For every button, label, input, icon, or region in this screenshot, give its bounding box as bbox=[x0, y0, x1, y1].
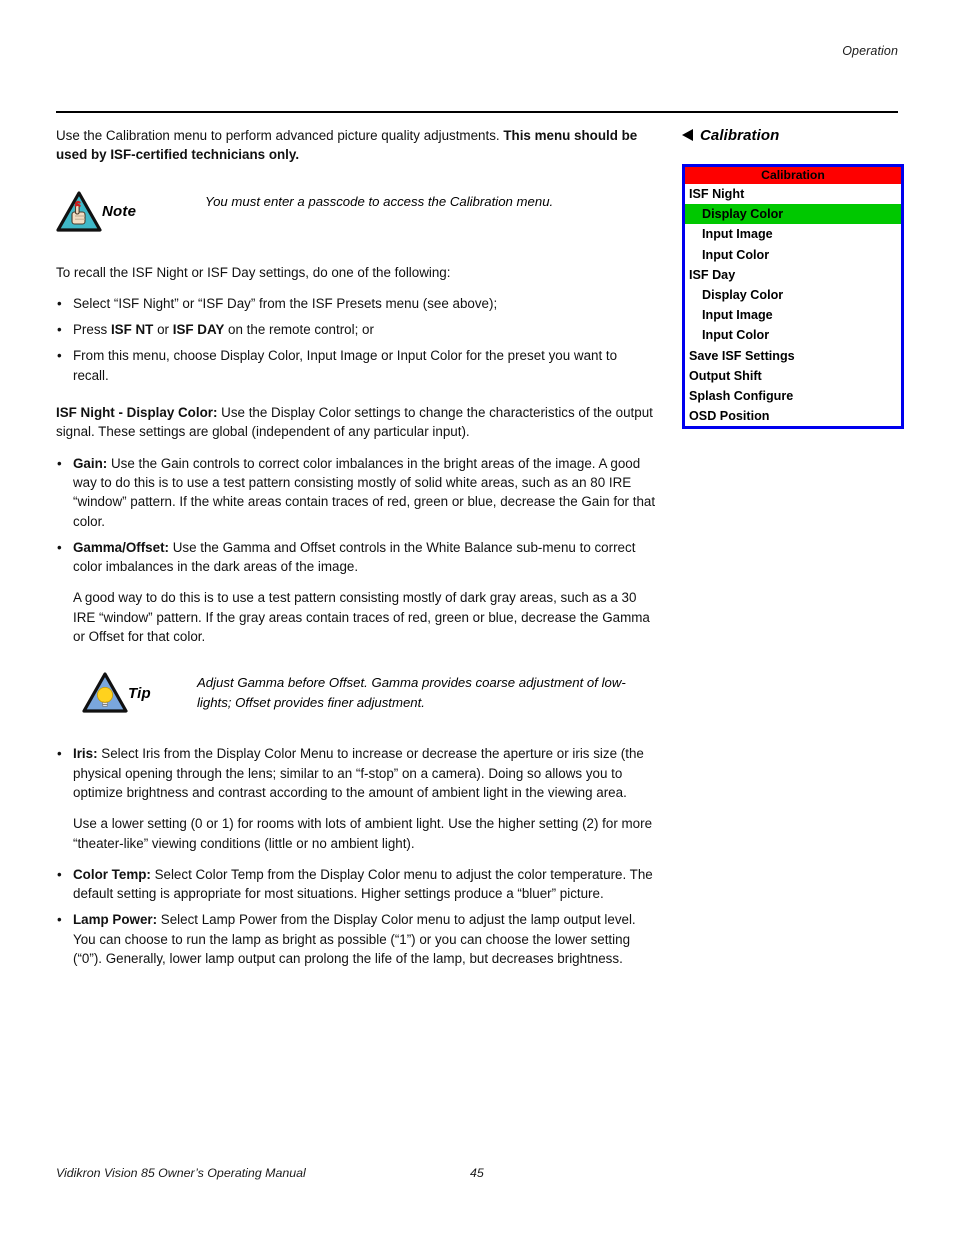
header-divider-rule bbox=[56, 111, 898, 113]
list-item-text-bold: ISF NT bbox=[110, 322, 154, 338]
tip-label: Tip bbox=[128, 685, 151, 703]
note-hand-string-triangle-icon bbox=[56, 190, 108, 237]
osd-section-heading: Calibration bbox=[682, 126, 908, 144]
bullet-icon: • bbox=[57, 866, 62, 882]
tip-callout: Tip Adjust Gamma before Offset. Gamma pr… bbox=[56, 672, 656, 718]
osd-menu-item-isf-day[interactable]: ISF Day bbox=[685, 265, 901, 285]
list-item-lead-bold: Iris: bbox=[73, 746, 98, 762]
osd-menu-title: Calibration bbox=[685, 167, 901, 184]
osd-menu-item-input-image-day[interactable]: Input Image bbox=[685, 305, 901, 325]
osd-menu-item-splash-configure[interactable]: Splash Configure bbox=[685, 386, 901, 406]
note-body-text: You must enter a passcode to access the … bbox=[205, 193, 554, 209]
osd-menu-item-input-color-night[interactable]: Input Color bbox=[685, 245, 901, 265]
osd-menu-item-input-color-day[interactable]: Input Color bbox=[685, 325, 901, 345]
list-item: • Gamma/Offset: Use the Gamma and Offset … bbox=[56, 538, 656, 646]
list-item-text: Use the Gain controls to correct color i… bbox=[73, 455, 656, 529]
list-item: • Iris: Select Iris from the Display Colo… bbox=[56, 744, 656, 852]
list-item-text: Select Color Temp from the Display Color… bbox=[73, 866, 653, 902]
list-item-lead-bold: Color Temp: bbox=[73, 866, 151, 882]
bullet-icon: • bbox=[57, 746, 62, 762]
list-item-lead-bold: Gamma/Offset: bbox=[73, 539, 169, 555]
display-color-lead-bold: ISF Night - Display Color: bbox=[56, 405, 218, 421]
running-header: Operation bbox=[56, 44, 898, 58]
display-color-paragraph: ISF Night - Display Color: Use the Displ… bbox=[56, 403, 656, 442]
list-item-text: Select Lamp Power from the Display Color… bbox=[73, 912, 636, 967]
osd-sidebar-column: Calibration Calibration ISF Night Displa… bbox=[682, 126, 908, 430]
main-content-column: Use the Calibration menu to perform adva… bbox=[56, 126, 656, 968]
list-item-text: or bbox=[153, 322, 173, 338]
osd-menu-item-isf-night[interactable]: ISF Night bbox=[685, 184, 901, 204]
tip-body-text: Adjust Gamma before Offset. Gamma provid… bbox=[197, 675, 626, 710]
final-bullet-list: • Color Temp: Select Color Temp from the … bbox=[56, 865, 656, 968]
list-item-text: Press bbox=[73, 322, 111, 338]
gamma-sub-paragraph: A good way to do this is to use a test p… bbox=[73, 590, 650, 645]
list-item: • Gain: Use the Gain controls to correct … bbox=[56, 454, 656, 531]
osd-calibration-menu[interactable]: Calibration ISF Night Display Color Inpu… bbox=[682, 164, 904, 430]
list-item: • Select “ISF Night” or “ISF Day” from th… bbox=[56, 294, 656, 313]
bullet-icon: • bbox=[57, 295, 62, 311]
bullet-icon: • bbox=[57, 455, 62, 471]
bullet-icon: • bbox=[57, 322, 62, 338]
osd-menu-item-save-isf-settings[interactable]: Save ISF Settings bbox=[685, 346, 901, 366]
arrow-left-icon bbox=[682, 129, 693, 141]
list-item-text: on the remote control; or bbox=[224, 322, 374, 338]
iris-bullet-list: • Iris: Select Iris from the Display Colo… bbox=[56, 744, 656, 852]
note-label: Note bbox=[102, 202, 137, 220]
list-item-lead-bold: Lamp Power: bbox=[73, 912, 158, 928]
osd-menu-item-osd-position[interactable]: OSD Position bbox=[685, 406, 901, 426]
osd-menu-item-display-color-day[interactable]: Display Color bbox=[685, 285, 901, 305]
list-item-text: Select “ISF Night” or “ISF Day” from the… bbox=[73, 295, 498, 311]
osd-menu-item-input-image-night[interactable]: Input Image bbox=[685, 224, 901, 244]
gain-bullet-list: • Gain: Use the Gain controls to correct … bbox=[56, 454, 656, 647]
intro-paragraph: Use the Calibration menu to perform adva… bbox=[56, 126, 656, 165]
osd-menu-item-output-shift[interactable]: Output Shift bbox=[685, 366, 901, 386]
footer-manual-title: Vidikron Vision 85 Owner’s Operating Man… bbox=[56, 1166, 306, 1180]
recall-bullet-list: • Select “ISF Night” or “ISF Day” from th… bbox=[56, 294, 656, 385]
note-callout: Note You must enter a passcode to access… bbox=[56, 190, 656, 237]
footer-page-number: 45 bbox=[470, 1166, 484, 1180]
running-header-label: Operation bbox=[842, 44, 898, 58]
osd-menu-item-display-color-night[interactable]: Display Color bbox=[685, 204, 901, 225]
tip-lightbulb-triangle-icon bbox=[82, 672, 134, 718]
intro-text-normal: Use the Calibration menu to perform adva… bbox=[56, 128, 504, 143]
bullet-icon: • bbox=[57, 912, 62, 928]
list-item-text-bold: ISF DAY bbox=[172, 322, 225, 338]
recall-intro-paragraph: To recall the ISF Night or ISF Day setti… bbox=[56, 264, 451, 280]
bullet-icon: • bbox=[57, 348, 62, 364]
list-item-text: Select Iris from the Display Color Menu … bbox=[73, 746, 644, 800]
list-item: • Lamp Power: Select Lamp Power from the … bbox=[56, 910, 656, 968]
list-item: • From this menu, choose Display Color, I… bbox=[56, 346, 656, 385]
list-item-text: From this menu, choose Display Color, In… bbox=[73, 348, 618, 383]
list-item-lead-bold: Gain: bbox=[73, 455, 108, 471]
iris-sub-paragraph: Use a lower setting (0 or 1) for rooms w… bbox=[73, 816, 653, 851]
list-item: • Color Temp: Select Color Temp from the … bbox=[56, 865, 656, 904]
bullet-icon: • bbox=[57, 539, 62, 555]
osd-section-heading-label: Calibration bbox=[700, 126, 780, 144]
list-item: • Press ISF NT or ISF DAY on the remote c… bbox=[56, 320, 656, 339]
